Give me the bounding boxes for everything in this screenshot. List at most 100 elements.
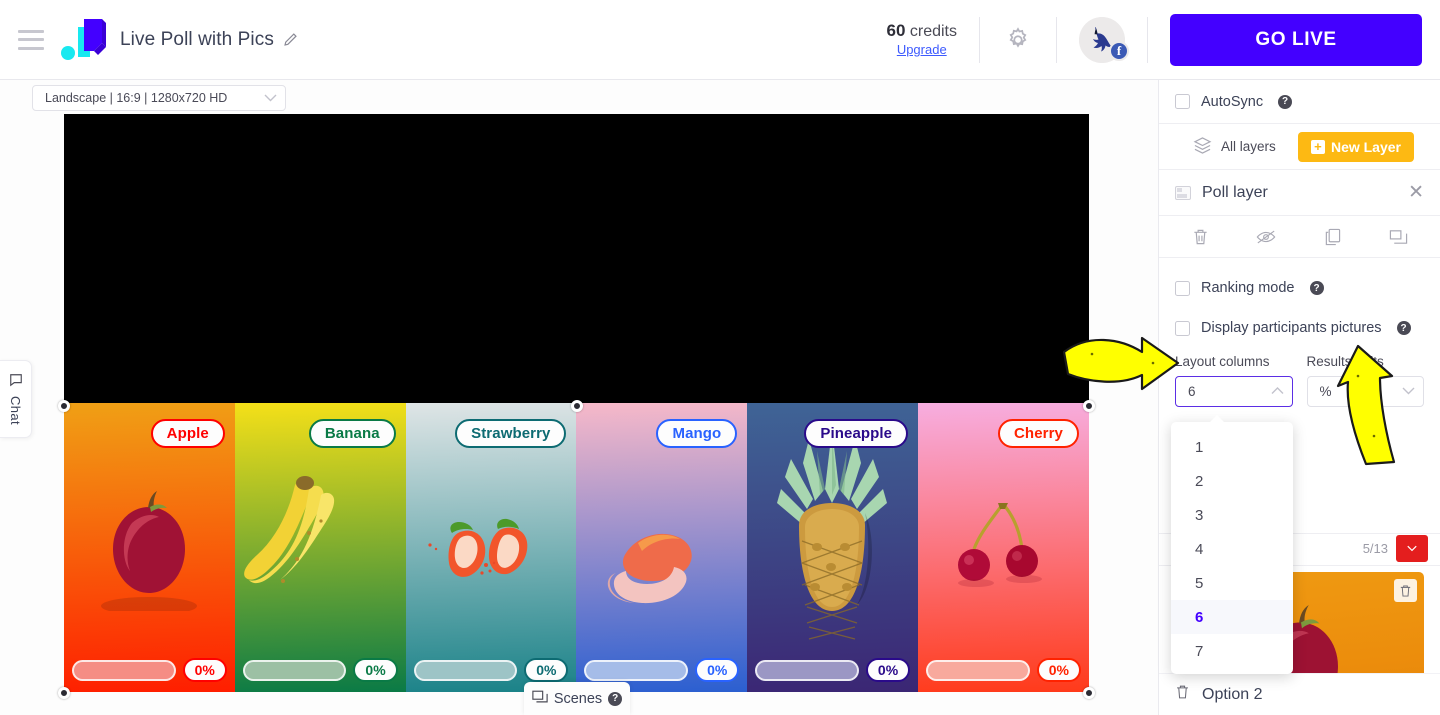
page-title: Live Poll with Pics <box>120 28 274 50</box>
facebook-badge-icon: f <box>1109 40 1129 61</box>
delete-layer-icon[interactable] <box>1180 228 1220 246</box>
canvas-workspace: Landscape | 16:9 | 1280x720 HD Apple 0% … <box>0 80 1158 715</box>
pencil-edit-icon[interactable] <box>283 32 298 47</box>
dropdown-option[interactable]: 7 <box>1171 634 1293 668</box>
poll-result-percent: 0% <box>695 658 740 682</box>
header-actions: 60 credits Upgrade f GO LIVE <box>865 0 1440 79</box>
poll-option-result: 0% <box>926 658 1081 682</box>
color-swatch-button[interactable] <box>1396 535 1428 562</box>
ranking-mode-checkbox[interactable] <box>1175 280 1190 296</box>
option2-label: Option 2 <box>1202 685 1263 703</box>
all-layers-label: All layers <box>1221 139 1276 154</box>
poll-option-card[interactable]: Mango 0% <box>576 403 748 692</box>
poll-option-card[interactable]: Apple 0% <box>64 403 235 692</box>
ranking-mode-row[interactable]: Ranking mode ? <box>1159 268 1440 308</box>
help-icon[interactable]: ? <box>1309 281 1324 295</box>
divider <box>1147 16 1148 63</box>
help-icon[interactable]: ? <box>1278 94 1293 109</box>
selection-handle[interactable] <box>58 687 70 699</box>
chevron-up-icon <box>1271 386 1284 398</box>
help-icon[interactable]: ? <box>1396 321 1411 335</box>
poll-option-card[interactable]: Cherry 0% <box>918 403 1089 692</box>
ranking-mode-label: Ranking mode <box>1201 280 1295 296</box>
autosync-row[interactable]: AutoSync ? <box>1159 80 1440 124</box>
autosync-checkbox[interactable] <box>1175 94 1190 109</box>
selection-handle[interactable] <box>1083 687 1095 699</box>
all-layers-button[interactable]: All layers <box>1175 136 1276 157</box>
layout-columns-label: Layout columns <box>1175 354 1270 369</box>
layout-columns-group: Layout columns 6 <box>1175 354 1293 407</box>
layout-settings-area: Layout columns 6 Results units % 1 2 3 4… <box>1159 348 1440 674</box>
layout-columns-select[interactable]: 6 <box>1175 376 1293 407</box>
poll-result-bar <box>242 659 347 681</box>
delete-image-button[interactable] <box>1394 579 1417 602</box>
gear-icon[interactable] <box>980 26 1056 54</box>
selection-handle[interactable] <box>1083 400 1095 412</box>
apple-image <box>101 491 197 611</box>
close-icon[interactable]: ✕ <box>1408 183 1424 202</box>
option2-row[interactable]: Option 2 <box>1159 673 1440 715</box>
go-live-button[interactable]: GO LIVE <box>1170 13 1422 66</box>
results-units-value: % <box>1319 384 1332 399</box>
layer-thumb-icon <box>1175 185 1191 200</box>
dropdown-option[interactable]: 5 <box>1171 566 1293 600</box>
plus-icon: + <box>1310 139 1325 154</box>
poll-option-result: 0% <box>242 658 398 682</box>
aspect-ratio-select[interactable]: Landscape | 16:9 | 1280x720 HD <box>32 85 286 111</box>
chat-bubble-icon <box>9 373 23 392</box>
poll-option-card[interactable]: Pineapple 0% <box>747 403 919 692</box>
display-pictures-checkbox[interactable] <box>1175 320 1190 336</box>
poll-option-label: Apple <box>150 419 225 448</box>
mango-image <box>608 533 693 604</box>
selection-handle[interactable] <box>58 400 70 412</box>
poll-option-label: Mango <box>656 419 738 448</box>
credits-count: 60 <box>886 20 906 40</box>
upgrade-link[interactable]: Upgrade <box>887 42 958 58</box>
poll-result-percent: 0% <box>865 658 911 682</box>
duplicate-layer-icon[interactable] <box>1313 228 1353 246</box>
poll-option-label: Pineapple <box>804 419 909 448</box>
poll-option-result: 0% <box>413 658 569 682</box>
app-header: Live Poll with Pics 60 credits Upgrade f… <box>0 0 1440 80</box>
dropdown-option[interactable]: 2 <box>1171 464 1293 498</box>
scenes-button[interactable]: Scenes ? <box>524 682 630 715</box>
chat-tab[interactable]: Chat <box>0 360 32 438</box>
poll-result-bar <box>755 659 859 681</box>
poll-result-bar <box>584 659 689 681</box>
poll-options-grid: Apple 0% Banana 0% Strawberry 0% Mango 0… <box>64 403 1089 692</box>
results-units-group: Results units % <box>1306 354 1424 407</box>
app-logo-icon[interactable] <box>58 17 110 63</box>
results-units-select[interactable]: % <box>1306 376 1424 407</box>
display-pictures-label: Display participants pictures <box>1201 320 1382 336</box>
help-icon[interactable]: ? <box>608 691 623 706</box>
chat-tab-label: Chat <box>8 395 23 426</box>
chevron-down-icon <box>264 91 277 105</box>
hamburger-menu-icon[interactable] <box>18 29 44 50</box>
layer-header-row: Poll layer ✕ <box>1159 170 1440 216</box>
layout-columns-dropdown[interactable]: 1 2 3 4 5 6 7 <box>1171 415 1293 674</box>
poll-option-label: Banana <box>308 419 396 448</box>
poll-result-bar <box>72 659 176 681</box>
dropdown-option[interactable]: 4 <box>1171 532 1293 566</box>
dropdown-option-selected[interactable]: 6 <box>1171 600 1293 634</box>
poll-option-card[interactable]: Strawberry 0% <box>405 403 577 692</box>
trash-icon[interactable] <box>1175 684 1190 705</box>
display-pictures-row[interactable]: Display participants pictures ? <box>1159 308 1440 348</box>
autosync-label: AutoSync <box>1201 93 1264 110</box>
hide-layer-icon[interactable] <box>1246 229 1286 245</box>
poll-result-percent: 0% <box>353 658 398 682</box>
poll-option-card[interactable]: Banana 0% <box>234 403 406 692</box>
results-units-label: Results units <box>1306 354 1384 369</box>
dropdown-option[interactable]: 3 <box>1171 498 1293 532</box>
new-layer-button[interactable]: + New Layer <box>1297 131 1414 162</box>
poll-result-percent: 0% <box>1036 658 1081 682</box>
dropdown-option[interactable]: 1 <box>1171 430 1293 464</box>
poll-option-result: 0% <box>755 658 911 682</box>
layer-settings-panel: AutoSync ? All layers + New Layer Poll l… <box>1158 80 1440 715</box>
credits-display: 60 credits Upgrade <box>865 21 980 58</box>
banana-image <box>243 476 334 584</box>
avatar[interactable]: f <box>1057 16 1147 63</box>
chevron-down-icon <box>1402 386 1415 398</box>
selection-handle[interactable] <box>571 400 583 412</box>
scenes-layer-icon[interactable] <box>1379 229 1419 245</box>
